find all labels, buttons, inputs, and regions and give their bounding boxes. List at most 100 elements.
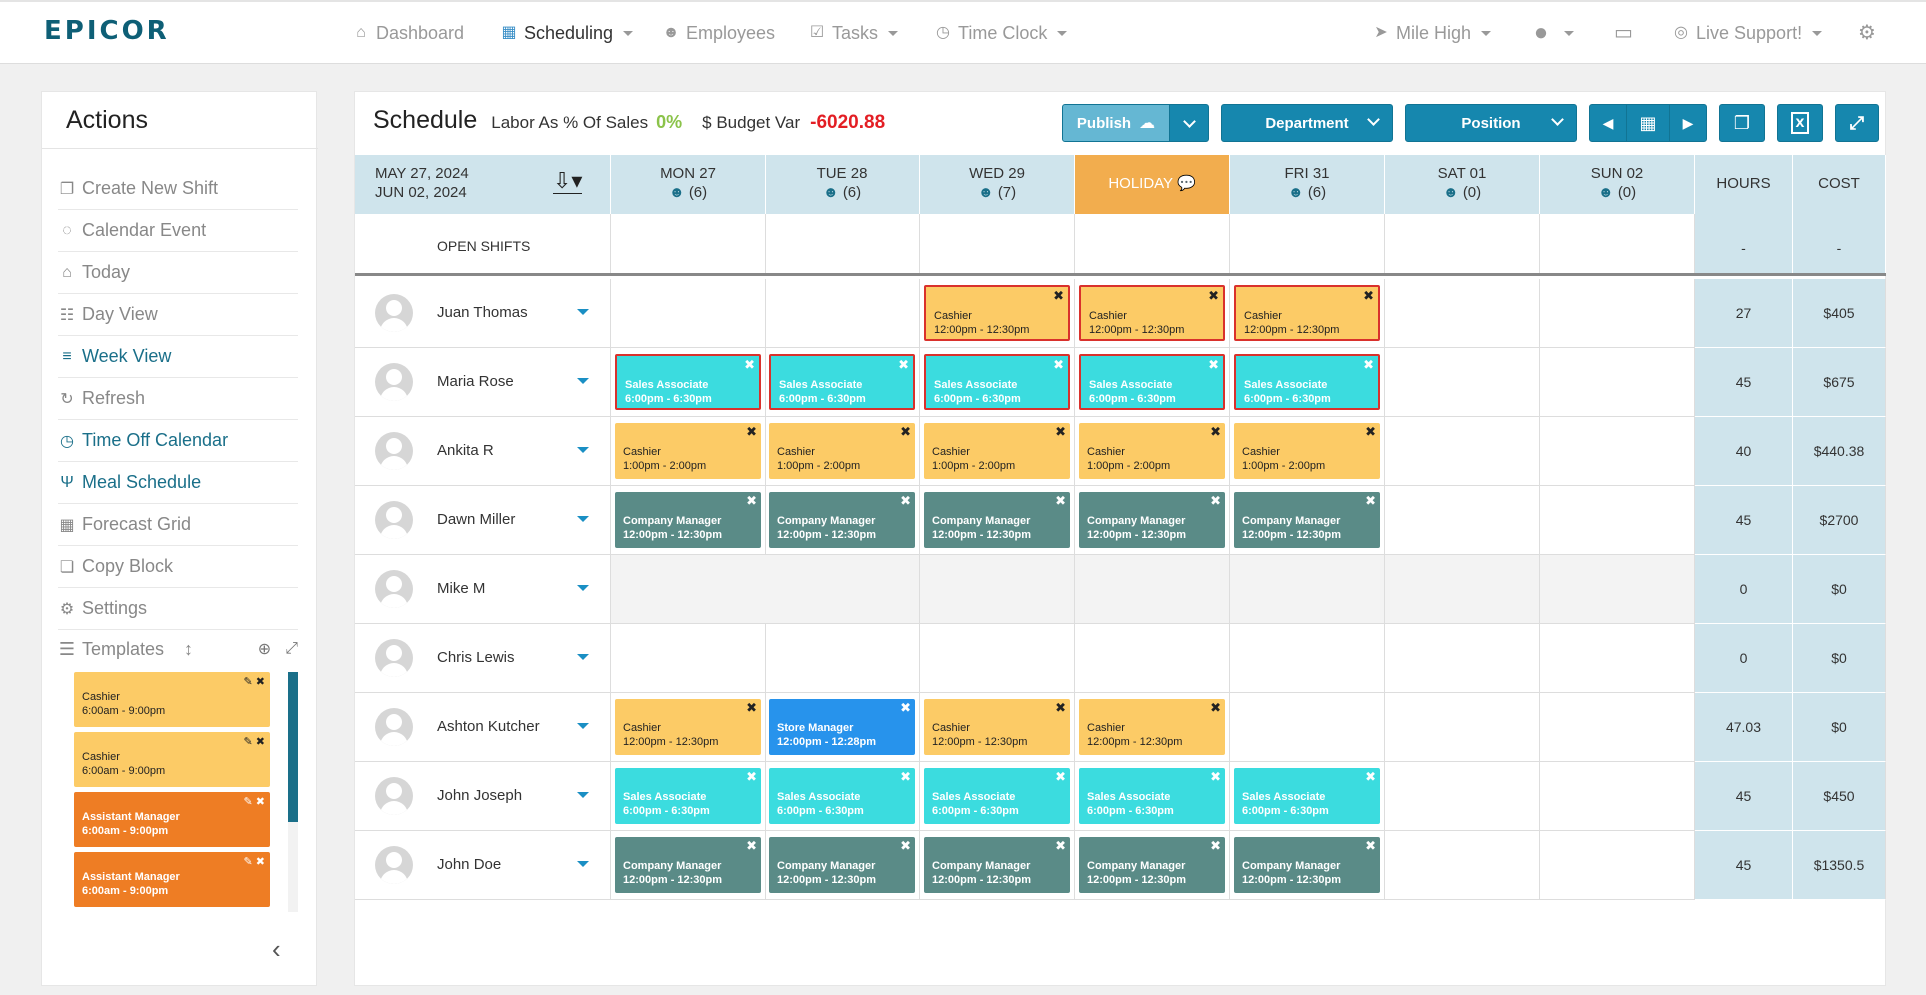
avatar[interactable] (375, 708, 413, 746)
user-menu[interactable]: ● (1528, 2, 1574, 64)
avatar[interactable] (375, 363, 413, 401)
sidebar-item-copy-block[interactable]: ❏ Copy Block (58, 546, 298, 588)
day-header[interactable]: SAT 01 ☻ (0) (1385, 155, 1540, 214)
shift-block[interactable]: ✖ Company Manager 12:00pm - 12:30pm (615, 492, 761, 548)
day-cell[interactable] (1540, 762, 1695, 831)
shift-block[interactable]: ✖ Company Manager 12:00pm - 12:30pm (924, 837, 1070, 893)
shift-block[interactable]: ✖ Cashier 12:00pm - 12:30pm (924, 285, 1070, 341)
sort-vertical-icon[interactable]: ↕ (184, 639, 193, 660)
day-cell[interactable] (1075, 624, 1230, 693)
nav-dashboard[interactable]: ⌂ Dashboard (352, 2, 464, 64)
messages-button[interactable]: ▭ (1614, 2, 1633, 64)
employee-name[interactable]: Juan Thomas (437, 304, 528, 321)
day-cell[interactable] (920, 555, 1075, 624)
nav-scheduling[interactable]: ▦ Scheduling (500, 2, 634, 64)
close-icon[interactable]: ✖ (1055, 425, 1066, 439)
edit-icon[interactable]: ✎ (244, 736, 253, 748)
close-icon[interactable]: ✖ (746, 701, 757, 715)
shift-block[interactable]: ✖ Cashier 12:00pm - 12:30pm (615, 699, 761, 755)
template-card[interactable]: ✎ ✖ Cashier 6:00am - 9:00pm (74, 672, 270, 727)
close-icon[interactable]: ✖ (746, 494, 757, 508)
avatar[interactable] (375, 639, 413, 677)
edit-icon[interactable]: ✎ (244, 676, 253, 688)
caret-down-icon[interactable] (577, 723, 589, 729)
employee-name[interactable]: Mike M (437, 580, 485, 597)
day-cell[interactable] (1540, 555, 1695, 624)
close-icon[interactable]: ✖ (1055, 839, 1066, 853)
day-header[interactable]: TUE 28 ☻ (6) (765, 155, 920, 214)
collapse-sidebar-icon[interactable]: ‹ (272, 934, 281, 965)
day-cell[interactable] (611, 624, 766, 693)
open-shift-cell[interactable] (1540, 214, 1695, 273)
employee-name[interactable]: John Doe (437, 856, 501, 873)
shift-block[interactable]: ✖ Cashier 12:00pm - 12:30pm (924, 699, 1070, 755)
day-cell[interactable] (1385, 624, 1540, 693)
day-cell[interactable] (1075, 555, 1230, 624)
nav-time-clock[interactable]: ◷ Time Clock (934, 2, 1068, 64)
close-icon[interactable]: ✖ (1210, 701, 1221, 715)
close-icon[interactable]: ✖ (1365, 494, 1376, 508)
day-cell[interactable] (1540, 624, 1695, 693)
employee-name[interactable]: Chris Lewis (437, 649, 515, 666)
caret-down-icon[interactable] (577, 378, 589, 384)
template-card[interactable]: ✎ ✖ Cashier 6:00am - 9:00pm (74, 732, 270, 787)
edit-icon[interactable]: ✎ (244, 796, 253, 808)
close-icon[interactable]: ✖ (900, 494, 911, 508)
publish-dropdown-button[interactable] (1169, 104, 1209, 142)
close-icon[interactable]: ✖ (1053, 358, 1064, 372)
shift-block[interactable]: ✖ Cashier 1:00pm - 2:00pm (924, 423, 1070, 479)
avatar[interactable] (375, 570, 413, 608)
caret-down-icon[interactable] (577, 309, 589, 315)
sidebar-item-meal-schedule[interactable]: Ψ Meal Schedule (58, 462, 298, 504)
settings-button[interactable]: ⚙ (1858, 2, 1876, 64)
close-icon[interactable]: ✖ (900, 425, 911, 439)
next-week-button[interactable]: ▶ (1669, 104, 1707, 142)
shift-block[interactable]: ✖ Sales Associate 6:00pm - 6:30pm (769, 768, 915, 824)
day-cell[interactable] (1230, 555, 1385, 624)
close-icon[interactable]: ✖ (1208, 358, 1219, 372)
close-icon[interactable]: ✖ (1210, 839, 1221, 853)
sidebar-item-time-off-calendar[interactable]: ◷ Time Off Calendar (58, 420, 298, 462)
close-icon[interactable]: ✖ (1365, 425, 1376, 439)
day-cell[interactable] (765, 624, 920, 693)
day-cell[interactable] (765, 279, 920, 348)
close-icon[interactable]: ✖ (1363, 358, 1374, 372)
day-cell[interactable] (1230, 693, 1385, 762)
epicor-logo[interactable]: EPICOR (44, 16, 170, 46)
employee-name[interactable]: Maria Rose (437, 373, 514, 390)
shift-block[interactable]: ✖ Company Manager 12:00pm - 12:30pm (615, 837, 761, 893)
close-icon[interactable]: ✖ (1210, 770, 1221, 784)
shift-block[interactable]: ✖ Store Manager 12:00pm - 12:28pm (769, 699, 915, 755)
employee-name[interactable]: Ashton Kutcher (437, 718, 540, 735)
sidebar-item-calendar-event[interactable]: ◌ Calendar Event (58, 210, 298, 252)
employee-name[interactable]: John Joseph (437, 787, 522, 804)
day-header[interactable]: FRI 31 ☻ (6) (1230, 155, 1385, 214)
shift-block[interactable]: ✖ Company Manager 12:00pm - 12:30pm (1234, 492, 1380, 548)
avatar[interactable] (375, 777, 413, 815)
caret-down-icon[interactable] (577, 516, 589, 522)
expand-icon[interactable]: ⤢ (285, 640, 298, 658)
shift-block[interactable]: ✖ Sales Associate 6:00pm - 6:30pm (615, 768, 761, 824)
add-circle-icon[interactable]: ⊕ (258, 639, 271, 659)
close-icon[interactable]: ✖ (900, 770, 911, 784)
shift-block[interactable]: ✖ Company Manager 12:00pm - 12:30pm (1079, 492, 1225, 548)
shift-block[interactable]: ✖ Sales Associate 6:00pm - 6:30pm (769, 354, 915, 410)
open-shift-cell[interactable] (920, 214, 1075, 273)
shift-block[interactable]: ✖ Sales Associate 6:00pm - 6:30pm (1234, 768, 1380, 824)
day-cell[interactable] (1385, 555, 1540, 624)
sidebar-item-today[interactable]: ⌂ Today (58, 252, 298, 294)
close-icon[interactable]: ✖ (898, 358, 909, 372)
shift-block[interactable]: ✖ Sales Associate 6:00pm - 6:30pm (1079, 768, 1225, 824)
open-shift-cell[interactable] (765, 214, 920, 273)
day-cell[interactable] (1385, 693, 1540, 762)
open-shift-cell[interactable] (1230, 214, 1385, 273)
close-icon[interactable]: ✖ (256, 676, 265, 688)
shift-block[interactable]: ✖ Company Manager 12:00pm - 12:30pm (769, 492, 915, 548)
shift-block[interactable]: ✖ Cashier 12:00pm - 12:30pm (1079, 285, 1225, 341)
shift-block[interactable]: ✖ Company Manager 12:00pm - 12:30pm (1234, 837, 1380, 893)
shift-block[interactable]: ✖ Sales Associate 6:00pm - 6:30pm (1234, 354, 1380, 410)
avatar[interactable] (375, 294, 413, 332)
open-shift-cell[interactable] (1075, 214, 1230, 273)
caret-down-icon[interactable] (577, 654, 589, 660)
day-header[interactable]: WED 29 ☻ (7) (920, 155, 1075, 214)
